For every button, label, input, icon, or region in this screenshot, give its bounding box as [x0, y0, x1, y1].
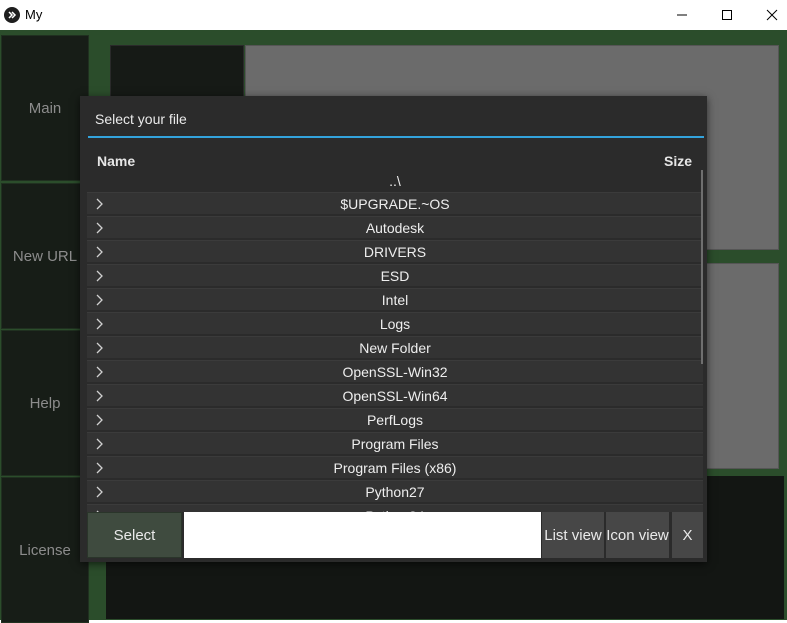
dialog-bottom-bar: Select List view Icon view X [87, 512, 703, 558]
directory-name: Program Files [351, 435, 439, 452]
directory-name: OpenSSL-Win32 [342, 363, 448, 380]
directory-name: Autodesk [365, 219, 425, 236]
chevron-right-icon[interactable] [95, 342, 104, 354]
close-window-button[interactable] [749, 0, 787, 30]
title-underline [88, 136, 704, 138]
directory-name: New Folder [359, 339, 431, 356]
directory-row[interactable]: Python34 [87, 504, 703, 512]
directory-row[interactable]: Program Files (x86) [87, 456, 703, 478]
close-icon [766, 9, 778, 21]
column-header-size[interactable]: Size [664, 153, 692, 169]
directory-name: Program Files (x86) [333, 459, 457, 476]
chevron-right-icon[interactable] [95, 270, 104, 282]
directory-row[interactable]: OpenSSL-Win64 [87, 384, 703, 406]
minimize-button[interactable] [659, 0, 705, 30]
chevron-right-icon[interactable] [95, 462, 104, 474]
window-title: My [25, 7, 43, 22]
kivy-logo-icon [4, 7, 20, 23]
nav-license-button[interactable]: License [1, 477, 89, 623]
chevron-right-icon[interactable] [95, 366, 104, 378]
file-list[interactable]: ..\ $UPGRADE.~OS Autodesk DRIVERS ESD Intel L… [87, 170, 703, 512]
maximize-button[interactable] [704, 0, 750, 30]
directory-row[interactable]: Python27 [87, 480, 703, 502]
title-bar: My [0, 0, 787, 30]
directory-name: Logs [379, 315, 411, 332]
file-list-scrollbar[interactable] [701, 170, 703, 364]
directory-row[interactable]: Autodesk [87, 216, 703, 238]
directory-name: Intel [381, 291, 409, 308]
maximize-icon [722, 10, 732, 20]
parent-directory-label: ..\ [389, 173, 401, 189]
directory-row[interactable]: ESD [87, 264, 703, 286]
directory-row[interactable]: Program Files [87, 432, 703, 454]
minimize-icon [677, 14, 687, 16]
nav-help-button[interactable]: Help [1, 330, 89, 476]
chevron-right-icon[interactable] [95, 198, 104, 210]
select-button[interactable]: Select [87, 512, 182, 558]
chevron-right-icon[interactable] [95, 414, 104, 426]
chevron-right-icon[interactable] [95, 222, 104, 234]
nav-main-button[interactable]: Main [1, 35, 89, 181]
chevron-right-icon[interactable] [95, 438, 104, 450]
chevron-right-icon[interactable] [95, 486, 104, 498]
directory-row[interactable]: $UPGRADE.~OS [87, 192, 703, 214]
list-view-button[interactable]: List view [542, 512, 604, 558]
directory-row[interactable]: Intel [87, 288, 703, 310]
chevron-right-icon[interactable] [95, 390, 104, 402]
directory-row[interactable]: New Folder [87, 336, 703, 358]
chevron-right-icon[interactable] [95, 318, 104, 330]
dialog-title: Select your file [95, 111, 187, 127]
column-header-name[interactable]: Name [97, 153, 135, 169]
directory-name: PerfLogs [366, 411, 424, 428]
file-chooser-dialog: Select your file Name Size ..\ $UPGRADE.… [80, 96, 707, 562]
nav-sidebar: Main New URL Help License [1, 35, 89, 623]
nav-new-url-button[interactable]: New URL [1, 183, 89, 329]
icon-view-button[interactable]: Icon view [606, 512, 669, 558]
directory-row[interactable]: OpenSSL-Win32 [87, 360, 703, 382]
directory-row[interactable]: PerfLogs [87, 408, 703, 430]
parent-directory-row[interactable]: ..\ [87, 170, 703, 192]
directory-name: ESD [380, 267, 410, 284]
chevron-right-icon[interactable] [95, 294, 104, 306]
directory-name: DRIVERS [363, 243, 427, 260]
directory-name: OpenSSL-Win64 [342, 387, 448, 404]
path-input[interactable] [184, 512, 541, 558]
directory-row[interactable]: Logs [87, 312, 703, 334]
directory-name: $UPGRADE.~OS [340, 195, 450, 212]
directory-row[interactable]: DRIVERS [87, 240, 703, 262]
directory-name: Python27 [365, 483, 425, 500]
close-dialog-button[interactable]: X [672, 512, 703, 558]
chevron-right-icon[interactable] [95, 246, 104, 258]
